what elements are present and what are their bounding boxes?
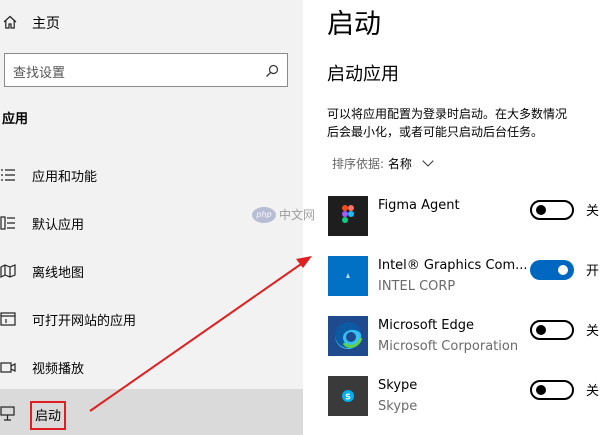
watermark-text: 中文网	[279, 208, 316, 222]
sidebar-item-label: 默认应用	[32, 218, 85, 233]
startup-settings-page: 启动 启动应用 可以将应用配置为登录时启动。在大多数情况 后会最小化，或者可能只…	[303, 0, 600, 435]
home-nav-item[interactable]: 主页	[0, 0, 303, 44]
default-apps-icon	[0, 215, 16, 231]
description-line: 后会最小化，或者可能只启动后台任务。	[327, 125, 544, 139]
watermark: php 中文网	[252, 206, 315, 223]
php-logo-icon: php	[252, 206, 276, 223]
toggle-knob	[558, 265, 568, 275]
svg-text:S: S	[345, 393, 351, 402]
search-icon[interactable]	[265, 63, 279, 77]
section-title-apps: 应用	[2, 112, 29, 127]
page-title: 启动	[327, 9, 381, 40]
app-name: Microsoft Edge	[378, 318, 475, 333]
startup-app-row: S Skype Skype 关	[303, 376, 600, 435]
app-name: Figma Agent	[378, 198, 460, 213]
chevron-down-icon	[422, 155, 434, 167]
sidebar-item-label: 启动	[30, 401, 67, 430]
startup-toggle[interactable]	[530, 320, 574, 340]
app-publisher: Microsoft Corporation	[378, 339, 519, 354]
section-heading: 启动应用	[327, 64, 399, 85]
startup-toggle[interactable]	[530, 380, 574, 400]
search-placeholder: 查找设置	[13, 66, 66, 81]
startup-icon	[0, 405, 16, 421]
toggle-knob	[536, 325, 546, 335]
sidebar-item-label: 离线地图	[32, 266, 85, 281]
description-line: 可以将应用配置为登录时启动。在大多数情况	[327, 107, 568, 121]
sort-dropdown[interactable]: 排序依据: 名称	[332, 155, 434, 172]
startup-toggle[interactable]	[530, 200, 574, 220]
sort-label: 排序依据:	[332, 157, 385, 171]
home-icon	[2, 14, 18, 30]
settings-search-input[interactable]: 查找设置	[4, 53, 288, 87]
startup-app-row: Figma Agent 关	[303, 196, 600, 256]
toggle-state-label: 关	[586, 324, 600, 339]
edge-icon	[328, 316, 368, 356]
page-description: 可以将应用配置为登录时启动。在大多数情况 后会最小化，或者可能只启动后台任务。	[327, 105, 567, 141]
startup-app-row: Microsoft Edge Microsoft Corporation 关	[303, 316, 600, 376]
skype-icon: S	[328, 376, 368, 416]
sidebar-item-label: 可打开网站的应用	[32, 314, 137, 329]
toggle-knob	[536, 385, 546, 395]
video-playback-icon	[0, 359, 16, 375]
apps-list-icon	[0, 167, 16, 183]
home-label: 主页	[32, 16, 60, 32]
intel-graphics-icon	[328, 256, 368, 296]
apps-for-websites-icon	[0, 311, 16, 327]
sidebar-item-video-playback[interactable]: 视频播放	[0, 343, 303, 391]
toggle-state-label: 关	[586, 384, 600, 399]
startup-toggle[interactable]	[530, 260, 574, 280]
sidebar-item-apps-for-websites[interactable]: 可打开网站的应用	[0, 295, 303, 343]
offline-maps-icon	[0, 263, 16, 279]
figma-icon	[328, 196, 368, 236]
sort-value: 名称	[387, 157, 412, 171]
toggle-knob	[536, 205, 546, 215]
sidebar-item-offline-maps[interactable]: 离线地图	[0, 247, 303, 295]
toggle-state-label: 开	[586, 264, 600, 279]
app-publisher: INTEL CORP	[378, 279, 456, 294]
sidebar-item-label: 视频播放	[32, 362, 85, 377]
sidebar-item-label: 应用和功能	[32, 170, 98, 185]
sidebar-item-apps-features[interactable]: 应用和功能	[0, 151, 303, 199]
toggle-state-label: 关	[586, 204, 600, 219]
sidebar-item-startup[interactable]: 启动	[0, 389, 303, 435]
startup-app-row: Intel® Graphics Com... INTEL CORP 开	[303, 256, 600, 316]
app-name: Intel® Graphics Com...	[378, 258, 528, 273]
app-publisher: Skype	[378, 399, 418, 414]
app-name: Skype	[378, 378, 418, 393]
